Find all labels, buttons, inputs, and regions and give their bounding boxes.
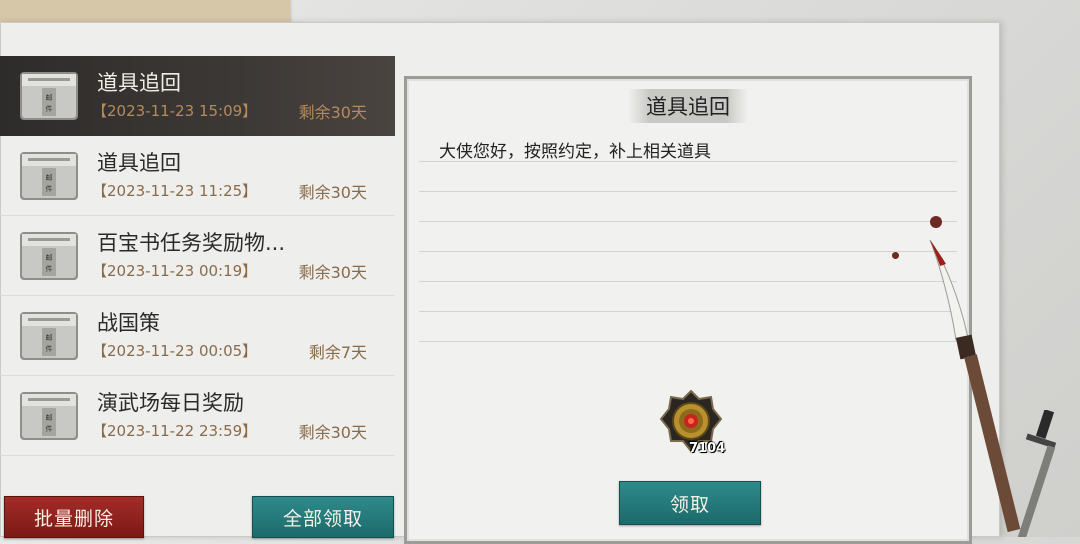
sword-decoration xyxy=(1016,410,1057,537)
claim-button[interactable]: 领取 xyxy=(619,481,761,525)
ruled-line xyxy=(419,311,957,312)
mail-list-item[interactable]: 邮 件 百宝书任务奖励物... 【2023-11-23 00:19】 剩余30天 xyxy=(0,216,395,296)
mail-list: 邮 件 道具追回 【2023-11-23 15:09】 剩余30天 邮 件 道具… xyxy=(0,56,395,456)
mail-icon: 邮 件 xyxy=(20,232,78,280)
mail-list-item[interactable]: 邮 件 战国策 【2023-11-23 00:05】 剩余7天 xyxy=(0,296,395,376)
ruled-line xyxy=(419,161,957,162)
mail-remaining-days: 剩余30天 xyxy=(298,183,367,202)
mail-title: 战国策 xyxy=(97,311,160,335)
mail-list-item[interactable]: 邮 件 道具追回 【2023-11-23 15:09】 剩余30天 xyxy=(0,56,395,136)
mail-date: 【2023-11-23 00:19】 xyxy=(92,262,258,280)
mail-icon: 邮 件 xyxy=(20,392,78,440)
mail-remaining-days: 剩余30天 xyxy=(298,103,367,122)
svg-text:邮: 邮 xyxy=(46,333,53,342)
mail-title: 百宝书任务奖励物... xyxy=(97,231,286,255)
svg-text:件: 件 xyxy=(46,344,53,353)
batch-delete-button[interactable]: 批量删除 xyxy=(4,496,144,538)
mail-icon: 邮 件 xyxy=(20,72,78,120)
mail-date: 【2023-11-23 00:05】 xyxy=(92,342,258,360)
mail-title: 道具追回 xyxy=(97,71,181,95)
mail-date: 【2023-11-23 15:09】 xyxy=(92,102,258,120)
reward-count: 7104 xyxy=(689,441,726,456)
mail-date: 【2023-11-23 11:25】 xyxy=(92,182,258,200)
mail-icon: 邮 件 xyxy=(20,312,78,360)
svg-text:邮: 邮 xyxy=(46,253,53,262)
mail-title: 道具追回 xyxy=(97,151,181,175)
svg-text:件: 件 xyxy=(46,264,53,273)
ink-splatter-decoration xyxy=(892,252,899,259)
mail-panel: 邮 件 道具追回 【2023-11-23 15:09】 剩余30天 邮 件 道具… xyxy=(0,22,1000,544)
mail-remaining-days: 剩余7天 xyxy=(308,343,367,362)
svg-text:邮: 邮 xyxy=(46,93,53,102)
svg-text:件: 件 xyxy=(46,104,53,113)
mail-remaining-days: 剩余30天 xyxy=(298,423,367,442)
mail-detail-panel: 道具追回 大侠您好，按照约定，补上相关道具 7104 领取 xyxy=(404,76,972,544)
mail-icon: 邮 件 xyxy=(20,152,78,200)
ink-splatter-decoration xyxy=(930,216,942,228)
ruled-line xyxy=(419,221,957,222)
mail-remaining-days: 剩余30天 xyxy=(298,263,367,282)
claim-all-button[interactable]: 全部领取 xyxy=(252,496,394,538)
svg-text:件: 件 xyxy=(46,424,53,433)
ruled-line xyxy=(419,281,957,282)
mail-date: 【2023-11-22 23:59】 xyxy=(92,422,258,440)
detail-body: 大侠您好，按照约定，补上相关道具 xyxy=(439,142,711,162)
svg-text:件: 件 xyxy=(46,184,53,193)
svg-text:邮: 邮 xyxy=(46,413,53,422)
ruled-line xyxy=(419,191,957,192)
mail-list-item[interactable]: 邮 件 演武场每日奖励 【2023-11-22 23:59】 剩余30天 xyxy=(0,376,395,456)
mail-list-item[interactable]: 邮 件 道具追回 【2023-11-23 11:25】 剩余30天 xyxy=(0,136,395,216)
detail-title: 道具追回 xyxy=(628,89,748,123)
mail-title: 演武场每日奖励 xyxy=(97,391,244,415)
ruled-line xyxy=(419,251,957,252)
svg-text:邮: 邮 xyxy=(46,173,53,182)
ruled-line xyxy=(419,341,957,342)
